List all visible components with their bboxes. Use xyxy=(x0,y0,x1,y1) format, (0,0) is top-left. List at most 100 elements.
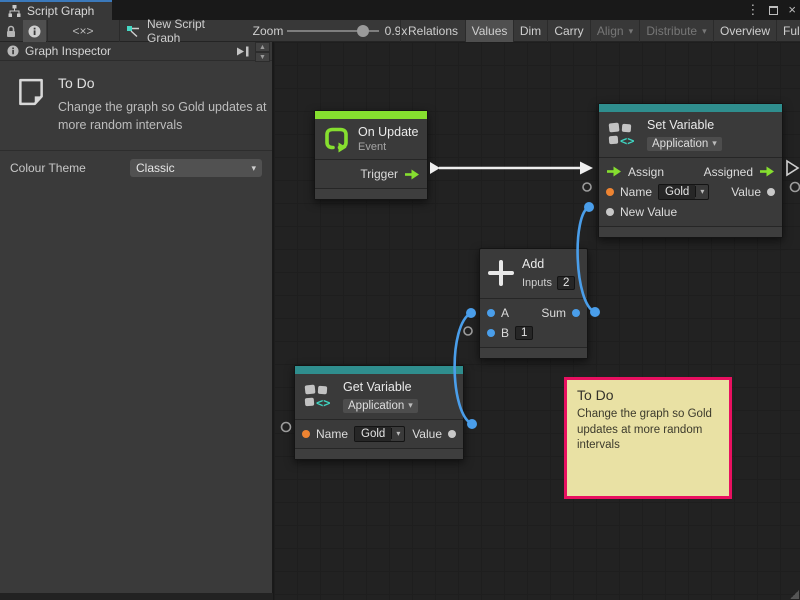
values-label: Values xyxy=(472,24,508,38)
toolbar-button-distribute[interactable]: Distribute ▾ xyxy=(640,20,713,42)
zoom-label: Zoom xyxy=(250,20,286,42)
variable-name-dropdown[interactable]: Gold ▾ xyxy=(354,426,405,442)
value-port-label: Value xyxy=(412,427,442,441)
colour-theme-value: Classic xyxy=(136,161,175,175)
scroll-down-button[interactable]: ▼ xyxy=(255,52,270,62)
node-footer xyxy=(295,448,463,459)
tab-label: Script Graph xyxy=(27,4,94,18)
chevron-down-icon: ▾ xyxy=(629,26,634,37)
graph-toolbar: <×> New Script Graph Zoom 0.9x Relations… xyxy=(0,20,800,42)
node-get-variable[interactable]: <> Get Variable Application ▾ Name Gold xyxy=(294,365,464,460)
scroll-up-button[interactable]: ▲ xyxy=(255,42,270,52)
svg-text:<>: <> xyxy=(620,134,634,148)
flow-output-arrow-icon[interactable] xyxy=(759,166,775,177)
close-icon[interactable]: × xyxy=(788,0,796,20)
new-script-graph-label: New Script Graph xyxy=(147,17,238,45)
unconnected-flow-indicator[interactable] xyxy=(787,161,798,175)
node-set-variable[interactable]: <> Set Variable Application ▾ Assign xyxy=(598,103,783,238)
unconnected-port-indicator[interactable] xyxy=(583,183,591,191)
variables-icon: <> xyxy=(303,383,335,410)
add-header: Add Inputs 2 xyxy=(480,249,587,299)
name-port[interactable] xyxy=(302,430,310,438)
chevron-down-icon: ▾ xyxy=(251,163,256,174)
colour-theme-label: Colour Theme xyxy=(10,161,86,175)
node-footer xyxy=(315,188,427,199)
resize-grip[interactable] xyxy=(789,589,799,599)
connection-endpoint[interactable] xyxy=(590,307,600,317)
toolbar-button-relations[interactable]: Relations xyxy=(401,20,465,42)
code-view-button[interactable]: <×> xyxy=(48,20,118,42)
input-a-port[interactable] xyxy=(487,309,495,317)
scope-value: Application xyxy=(652,138,708,150)
toolbar-button-values[interactable]: Values xyxy=(466,20,513,42)
node-title: Get Variable xyxy=(343,380,418,396)
kebab-menu-icon[interactable]: ⋮ xyxy=(746,0,759,20)
sum-port-label: Sum xyxy=(541,306,566,320)
value-port[interactable] xyxy=(448,430,456,438)
input-b-value-field[interactable]: 1 xyxy=(515,326,533,340)
flow-output-arrow-icon[interactable] xyxy=(404,169,420,180)
chevron-down-icon: ▾ xyxy=(408,400,413,411)
name-port[interactable] xyxy=(606,188,614,196)
variable-name-value: Gold xyxy=(659,185,695,199)
tab-script-graph[interactable]: Script Graph xyxy=(0,0,112,20)
colour-theme-row: Colour Theme Classic ▾ xyxy=(0,150,272,185)
zoom-slider-handle[interactable] xyxy=(357,25,369,37)
toolbar-button-dim[interactable]: Dim xyxy=(514,20,547,42)
chevron-down-icon: ▾ xyxy=(712,138,717,149)
name-port-label: Name xyxy=(316,427,348,441)
variable-color-bar xyxy=(295,366,463,374)
connection-endpoint[interactable] xyxy=(584,202,594,212)
titlebar: Script Graph ⋮ × xyxy=(0,0,800,20)
toolbar-button-overview[interactable]: Overview xyxy=(714,20,776,42)
statusbar-strip xyxy=(0,593,273,600)
toolbar-button-carry[interactable]: Carry xyxy=(548,20,590,42)
graph-canvas[interactable]: On Update Event Trigger xyxy=(274,42,800,600)
trigger-port-label: Trigger xyxy=(360,167,398,181)
input-b-label: B xyxy=(501,326,509,340)
chevron-down-icon: ▾ xyxy=(702,26,707,37)
plus-icon xyxy=(488,260,514,286)
toolbar-button-fullscreen[interactable]: Full Screen xyxy=(777,20,800,42)
node-title: Add xyxy=(522,257,575,273)
connection-endpoint[interactable] xyxy=(466,308,476,318)
node-subtitle: Event xyxy=(358,141,418,153)
colour-theme-dropdown[interactable]: Classic ▾ xyxy=(130,159,262,177)
code-icon: <×> xyxy=(72,24,93,38)
flow-connection-arrowhead[interactable] xyxy=(580,162,593,175)
unconnected-port-indicator[interactable] xyxy=(791,183,800,192)
variable-color-bar xyxy=(599,104,782,112)
unconnected-port-indicator[interactable] xyxy=(282,423,291,432)
maximize-icon[interactable] xyxy=(769,6,778,15)
variable-scope-dropdown[interactable]: Application ▾ xyxy=(343,399,418,413)
dim-label: Dim xyxy=(520,24,541,38)
node-add[interactable]: Add Inputs 2 A Sum xyxy=(479,248,588,359)
unconnected-port-indicator[interactable] xyxy=(464,327,472,335)
inspector-toggle-button[interactable] xyxy=(23,20,46,42)
event-color-bar xyxy=(315,111,427,119)
connection-endpoint[interactable] xyxy=(467,419,477,429)
input-b-port[interactable] xyxy=(487,329,495,337)
variable-name-dropdown[interactable]: Gold ▾ xyxy=(658,184,709,200)
sticky-note[interactable]: To Do Change the graph so Gold updates a… xyxy=(564,377,732,499)
value-port-label: Value xyxy=(731,185,761,199)
todo-summary: To Do Change the graph so Gold updates a… xyxy=(0,61,272,144)
sum-port[interactable] xyxy=(572,309,580,317)
chevron-down-icon: ▾ xyxy=(695,186,708,197)
inputs-label: Inputs xyxy=(522,277,552,289)
on-update-header: On Update Event xyxy=(315,119,427,160)
node-on-update[interactable]: On Update Event Trigger xyxy=(314,110,428,200)
lock-button[interactable] xyxy=(0,20,22,42)
new-script-graph-button[interactable]: New Script Graph xyxy=(126,20,238,42)
value-port[interactable] xyxy=(767,188,775,196)
input-a-label: A xyxy=(501,306,509,320)
overview-label: Overview xyxy=(720,24,770,38)
toolbar-button-align[interactable]: Align ▾ xyxy=(591,20,639,42)
inputs-count-field[interactable]: 2 xyxy=(557,276,575,290)
new-value-port[interactable] xyxy=(606,208,614,216)
dock-panel-icon[interactable] xyxy=(235,45,250,58)
flow-connection-start-arrow[interactable] xyxy=(430,162,440,174)
variable-scope-dropdown[interactable]: Application ▾ xyxy=(647,137,722,151)
flow-input-arrow-icon[interactable] xyxy=(606,166,622,177)
variables-icon: <> xyxy=(607,121,639,148)
